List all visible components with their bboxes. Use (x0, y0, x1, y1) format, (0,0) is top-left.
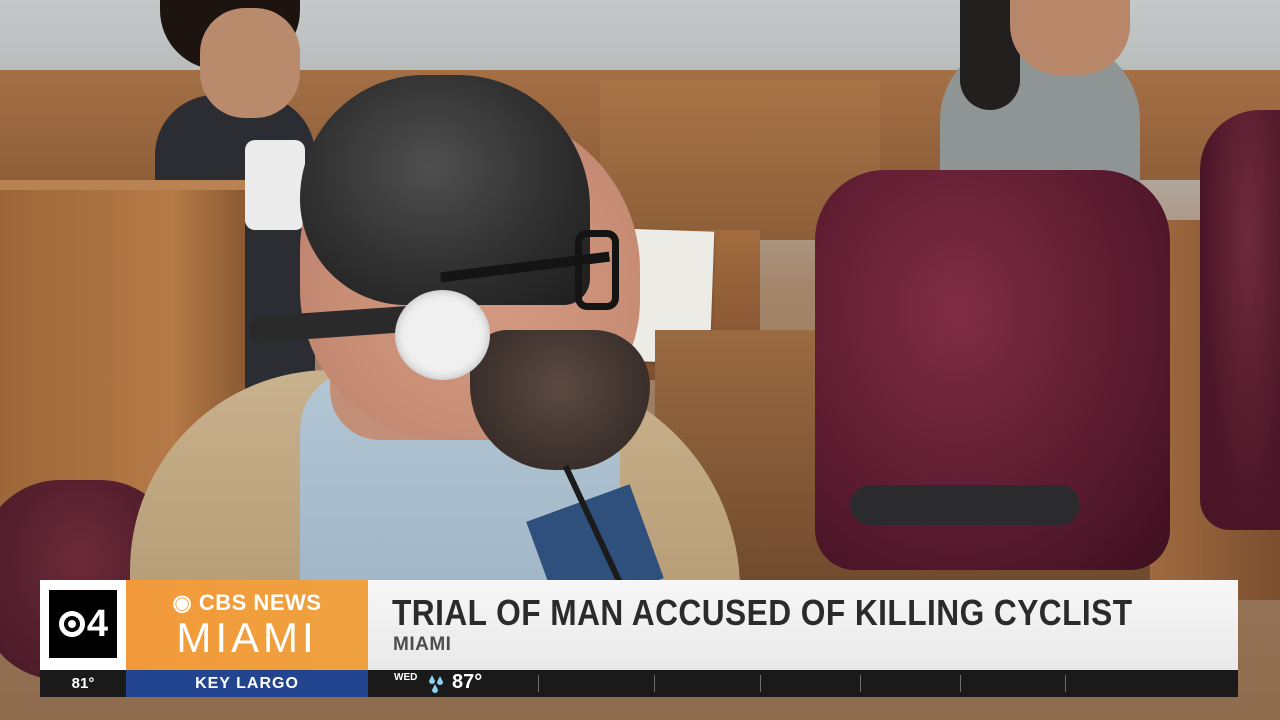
forecast-temperature: 87° (452, 671, 483, 693)
defendant-hair (300, 75, 590, 305)
subline: MIAMI (393, 634, 452, 655)
station-number: 4 (86, 602, 108, 645)
office-chair-right (1200, 110, 1280, 530)
glasses-lens (575, 230, 619, 310)
chair-armrest (850, 485, 1080, 525)
spectator-left-face (200, 8, 300, 118)
forecast-day: WED (394, 672, 418, 683)
current-temperature: 81° (71, 675, 95, 692)
location-tab: KEY LARGO (126, 670, 368, 697)
brand-network: ◉ CBS NEWS (126, 590, 368, 616)
headset-earpiece (395, 290, 490, 380)
ticker-divider (760, 675, 761, 692)
rain-icon (429, 675, 443, 693)
headline-block: TRIAL OF MAN ACCUSED OF KILLING CYCLIST … (368, 580, 1238, 670)
lower-third: 4 ◉ CBS NEWS MIAMI TRIAL OF MAN ACCUSED … (40, 580, 1238, 670)
brand-city: MIAMI (176, 614, 318, 661)
station-logo: 4 (40, 580, 126, 670)
ticker-divider (1065, 675, 1066, 692)
ticker-divider (860, 675, 861, 692)
cbs4-logo: 4 (49, 590, 117, 658)
cbs-eye-small-icon: ◉ (172, 590, 193, 615)
brand-network-text: CBS NEWS (198, 590, 322, 615)
ticker-divider (654, 675, 655, 692)
headline: TRIAL OF MAN ACCUSED OF KILLING CYCLIST (392, 592, 1133, 633)
spectator-left-shirt (245, 140, 305, 230)
ticker-divider (538, 675, 539, 692)
ticker-bar: 81° KEY LARGO WED 87° (40, 670, 1238, 697)
cbs-eye-icon (58, 611, 85, 637)
brand-block: ◉ CBS NEWS MIAMI (126, 580, 368, 670)
ticker-divider (960, 675, 961, 692)
video-frame: 4 ◉ CBS NEWS MIAMI TRIAL OF MAN ACCUSED … (0, 0, 1280, 720)
